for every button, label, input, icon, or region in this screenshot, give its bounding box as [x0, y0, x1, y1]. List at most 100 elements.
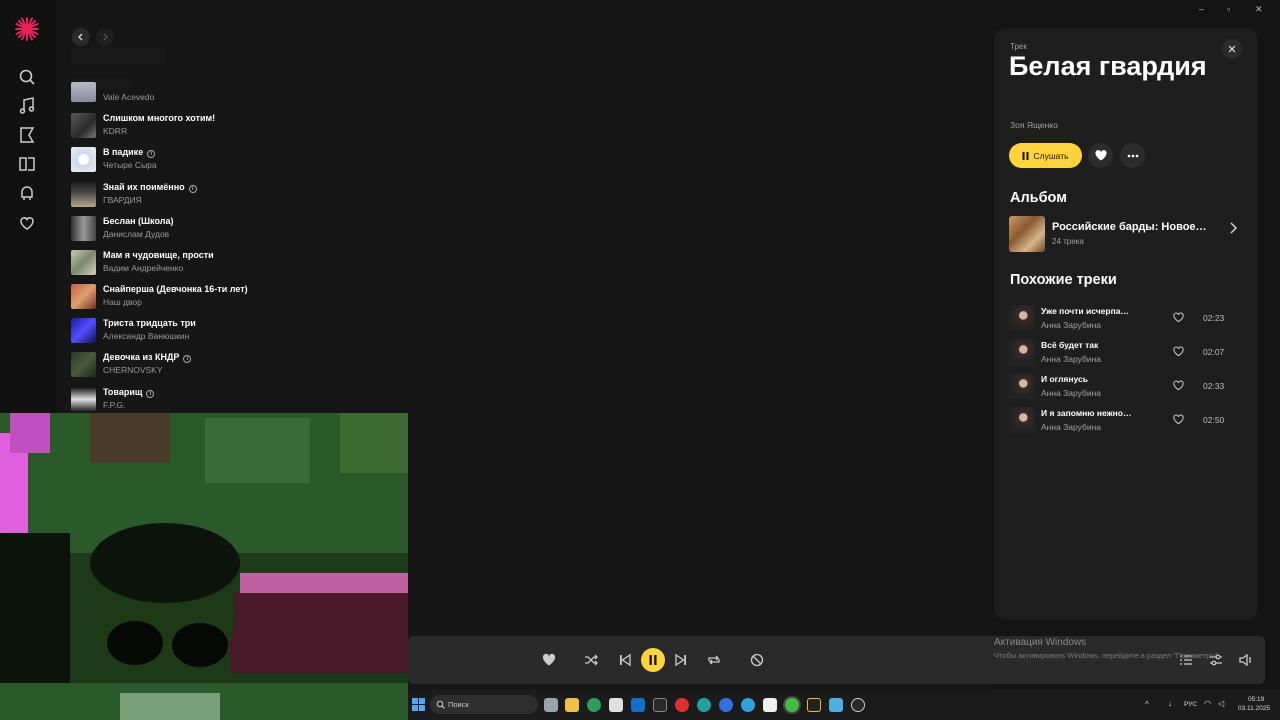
track-row[interactable]: Триста тридцать три Александр Ванюшкин [71, 316, 471, 346]
panel-track-title: Белая гвардия [1009, 51, 1207, 81]
next-icon[interactable] [674, 653, 688, 667]
podcasts-icon[interactable] [17, 125, 37, 145]
like-button[interactable] [1088, 143, 1113, 168]
file-explorer-icon[interactable] [565, 698, 579, 712]
heart-icon[interactable] [542, 653, 556, 667]
track-title: В падике i [103, 147, 156, 158]
no-dislike-icon[interactable] [750, 653, 764, 667]
track-row[interactable]: Девочка из КНДР i CHERNOVSKY [71, 350, 471, 380]
similar-track-row[interactable]: Уже почти исчерпа… Анна Зарубина 02:23 [1009, 303, 1244, 333]
clock-date[interactable]: 03.11.2025 [1238, 705, 1270, 712]
speaker-icon[interactable]: ◁ [1218, 699, 1224, 708]
forward-button[interactable] [96, 28, 114, 46]
wifi-icon[interactable]: ◠ [1204, 699, 1211, 708]
windows-start-icon[interactable] [412, 698, 425, 711]
info-icon[interactable]: i [183, 355, 192, 363]
heart-outline-icon[interactable] [1173, 312, 1184, 323]
telegram-icon[interactable] [741, 698, 755, 712]
app-icon[interactable] [807, 698, 821, 712]
heart-outline-icon[interactable] [1173, 380, 1184, 391]
yandex-browser-icon[interactable] [675, 698, 689, 712]
track-cover [71, 216, 96, 241]
track-cover [71, 82, 96, 102]
app-logo-icon[interactable] [14, 16, 40, 42]
track-title: Знай их поимённо i [103, 182, 197, 193]
similar-track-row[interactable]: И оглянусь Анна Зарубина 02:33 [1009, 371, 1244, 401]
track-row[interactable]: Слишком многого хотим! KDRR [71, 111, 471, 141]
track-artist: F.P.G. [103, 400, 126, 410]
repeat-icon[interactable] [707, 653, 721, 667]
track-title: Товарищ i [103, 387, 155, 398]
search-icon[interactable] [17, 67, 37, 87]
heart-outline-icon[interactable] [1173, 414, 1184, 425]
windows-activation-watermark: Активация Windows Чтобы активировать Win… [994, 637, 1221, 660]
track-artist: ГВАРДИЯ [103, 195, 142, 205]
track-artist: Данислам Дудов [103, 229, 170, 239]
close-panel-button[interactable]: ✕ [1222, 39, 1242, 59]
volume-icon[interactable] [1238, 653, 1252, 667]
similar-track-row[interactable]: И я запомню нежно… Анна Зарубина 02:50 [1009, 405, 1244, 435]
similar-track-title: И я запомню нежно… [1041, 408, 1132, 418]
more-button[interactable] [1120, 143, 1145, 168]
track-row[interactable]: Знай их поимённо i ГВАРДИЯ [71, 180, 471, 210]
track-cover [71, 147, 96, 172]
store-icon[interactable] [609, 698, 623, 712]
track-row[interactable]: Снайперша (Девчонка 16-ти лет) Наш двор [71, 282, 471, 312]
album-cover [1009, 216, 1045, 252]
windows-taskbar: Поиск ^ ↓ РУС ◠ ◁ 05:19 03.11.2025 [408, 690, 1280, 720]
back-button[interactable] [72, 28, 90, 46]
heart-outline-icon[interactable] [1173, 346, 1184, 357]
similar-track-duration: 02:33 [1203, 381, 1225, 391]
search-icon [436, 700, 445, 709]
kids-icon[interactable] [17, 184, 37, 204]
collection-heart-icon[interactable] [17, 213, 37, 233]
app-icon[interactable] [697, 698, 711, 712]
app-icon[interactable] [719, 698, 733, 712]
listen-button[interactable]: Слушать [1009, 143, 1082, 168]
chrome-icon[interactable] [785, 698, 799, 712]
tray-chevron-icon[interactable]: ^ [1145, 700, 1149, 709]
info-icon[interactable]: i [147, 150, 156, 158]
similar-track-artist: Анна Зарубина [1041, 422, 1102, 432]
app-icon[interactable] [653, 698, 667, 712]
previous-icon[interactable] [618, 653, 632, 667]
track-title: Триста тридцать три [103, 318, 196, 328]
track-cover [71, 352, 96, 377]
album-row[interactable]: Российские барды: Новое… 24 трека [1009, 216, 1244, 254]
similar-track-title: И оглянусь [1041, 374, 1088, 384]
chevron-left-icon [78, 33, 83, 41]
books-icon[interactable] [17, 154, 37, 174]
similar-track-artist: Анна Зарубина [1041, 354, 1102, 364]
app-icon[interactable] [763, 698, 777, 712]
music-note-icon[interactable] [17, 96, 37, 116]
track-row[interactable]: В падике i Четыре Сыра [71, 145, 471, 175]
download-tray-icon[interactable]: ↓ [1168, 699, 1172, 708]
chevron-right-icon [103, 33, 108, 41]
track-detail-panel: Трек Белая гвардия Зоя Ященко ✕ Слушать … [994, 28, 1258, 620]
task-view-icon[interactable] [544, 698, 558, 712]
taskbar-search[interactable]: Поиск [430, 695, 538, 714]
shuffle-icon[interactable] [584, 653, 598, 667]
track-row[interactable]: Товарищ i F.P.G. [71, 385, 471, 415]
language-indicator[interactable]: РУС [1184, 701, 1197, 708]
maximize-icon[interactable]: ▫ [1227, 4, 1230, 14]
similar-track-cover [1009, 305, 1035, 331]
track-artist: CHERNOVSKY [103, 365, 163, 375]
track-row[interactable]: Мам я чудовище, прости Вадим Андрейченко [71, 248, 471, 278]
track-artist: Александр Ванюшкин [103, 331, 190, 341]
app-icon[interactable] [829, 698, 843, 712]
info-icon[interactable]: i [188, 185, 197, 193]
info-icon[interactable]: i [146, 390, 155, 398]
clock-time[interactable]: 05:19 [1248, 696, 1264, 703]
track-row[interactable]: Беслан (Школа) Данислам Дудов [71, 214, 471, 244]
minimize-icon[interactable]: – [1199, 4, 1204, 14]
edge-icon[interactable] [587, 698, 601, 712]
app-icon[interactable] [851, 698, 865, 712]
outlook-icon[interactable] [631, 698, 645, 712]
window-close-icon[interactable]: ✕ [1255, 4, 1263, 15]
track-row[interactable]: Vale Acevedo [71, 82, 471, 112]
similar-track-duration: 02:07 [1203, 347, 1225, 357]
similar-track-row[interactable]: Всё будет так Анна Зарубина 02:07 [1009, 337, 1244, 367]
panel-track-artist[interactable]: Зоя Ященко [1010, 120, 1058, 130]
pause-button[interactable] [641, 648, 665, 672]
